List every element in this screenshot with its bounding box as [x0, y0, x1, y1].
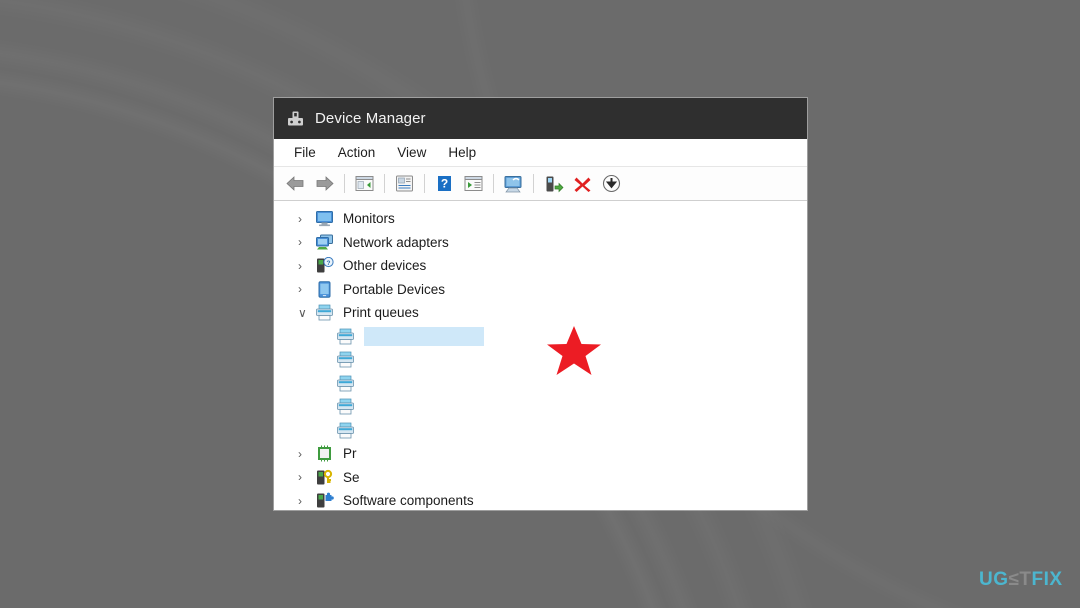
- network-adapter-icon: [315, 234, 334, 251]
- window-title: Device Manager: [315, 110, 426, 127]
- red-star-annotation: [546, 325, 602, 378]
- toolbar-separator: [344, 174, 345, 193]
- menu-help[interactable]: Help: [439, 143, 485, 162]
- tree-node-label: Other devices: [343, 258, 427, 274]
- tree-child-printer[interactable]: [274, 348, 807, 372]
- watermark-part1: UG: [979, 569, 1009, 590]
- toolbar-separator: [424, 174, 425, 193]
- tree-node-label: Pr: [343, 446, 357, 462]
- chevron-right-icon[interactable]: ›: [298, 471, 315, 483]
- tree-child-printer[interactable]: [274, 372, 807, 396]
- tree-node-label: Portable Devices: [343, 281, 446, 297]
- svg-text:?: ?: [441, 177, 448, 191]
- help-icon[interactable]: ?: [432, 171, 457, 196]
- printer-icon: [336, 351, 355, 368]
- menu-action[interactable]: Action: [329, 143, 385, 162]
- tree-node-portable-devices[interactable]: › Portable Devices: [274, 278, 807, 302]
- tree-node-monitors[interactable]: › Monitors: [274, 207, 807, 231]
- tree-node-print-queues[interactable]: ∨ Print queues: [274, 301, 807, 325]
- show-hide-console-tree-icon[interactable]: [352, 171, 377, 196]
- menubar: File Action View Help: [274, 139, 807, 167]
- watermark-part3: FIX: [1031, 569, 1063, 590]
- tree-node-other-devices[interactable]: › ? Other devices: [274, 254, 807, 278]
- forward-arrow-icon[interactable]: [312, 171, 337, 196]
- tree-node-label: Software components: [343, 493, 474, 509]
- tree-node-label: Se: [343, 469, 360, 485]
- window-titlebar: Device Manager: [274, 98, 807, 139]
- toolbar-separator: [384, 174, 385, 193]
- chevron-right-icon[interactable]: ›: [298, 448, 315, 460]
- portable-device-icon: [315, 281, 334, 298]
- security-device-icon: [315, 469, 334, 486]
- tree-node-label: Monitors: [343, 211, 395, 227]
- printer-icon: [315, 304, 334, 321]
- printer-icon: [336, 398, 355, 415]
- chevron-right-icon[interactable]: ›: [298, 213, 315, 225]
- device-tree: › Monitors › Network adapters › ? Other …: [274, 201, 807, 510]
- back-arrow-icon[interactable]: [283, 171, 308, 196]
- watermark-part2: ≤T: [1008, 569, 1032, 590]
- watermark-ugetfix: UG≤TFIX: [979, 569, 1063, 591]
- menu-file[interactable]: File: [285, 143, 325, 162]
- properties-icon[interactable]: [392, 171, 417, 196]
- tree-child-printer[interactable]: [274, 395, 807, 419]
- tree-node-label: Network adapters: [343, 234, 449, 250]
- tree-node-label: Print queues: [343, 305, 419, 321]
- toolbar-separator: [533, 174, 534, 193]
- other-device-icon: ?: [315, 257, 334, 274]
- chevron-down-icon[interactable]: ∨: [298, 307, 315, 319]
- printer-icon: [336, 328, 355, 345]
- menu-view[interactable]: View: [388, 143, 435, 162]
- tree-child-selection: [364, 326, 484, 346]
- update-driver-icon[interactable]: [501, 171, 526, 196]
- disable-device-icon[interactable]: [599, 171, 624, 196]
- device-manager-icon: [287, 110, 304, 127]
- software-component-icon: [315, 492, 334, 509]
- tree-child-printer[interactable]: [274, 325, 807, 349]
- chevron-right-icon[interactable]: ›: [298, 283, 315, 295]
- show-hide-action-pane-icon[interactable]: [461, 171, 486, 196]
- toolbar-separator: [493, 174, 494, 193]
- toolbar: ?: [274, 167, 807, 201]
- svg-text:?: ?: [327, 260, 331, 267]
- chevron-right-icon[interactable]: ›: [298, 236, 315, 248]
- printer-icon: [336, 422, 355, 439]
- tree-node-security-devices[interactable]: › Se: [274, 466, 807, 490]
- uninstall-device-icon[interactable]: [570, 171, 595, 196]
- device-manager-window: Device Manager File Action View Help ? ›…: [274, 98, 807, 510]
- tree-node-software-components[interactable]: › Software components: [274, 489, 807, 510]
- tree-child-printer[interactable]: [274, 419, 807, 443]
- chevron-right-icon[interactable]: ›: [298, 495, 315, 507]
- scan-hardware-changes-icon[interactable]: [541, 171, 566, 196]
- printer-icon: [336, 375, 355, 392]
- chevron-right-icon[interactable]: ›: [298, 260, 315, 272]
- tree-node-network-adapters[interactable]: › Network adapters: [274, 231, 807, 255]
- monitor-icon: [315, 210, 334, 227]
- tree-node-processors[interactable]: › Pr: [274, 442, 807, 466]
- processor-icon: [315, 445, 334, 462]
